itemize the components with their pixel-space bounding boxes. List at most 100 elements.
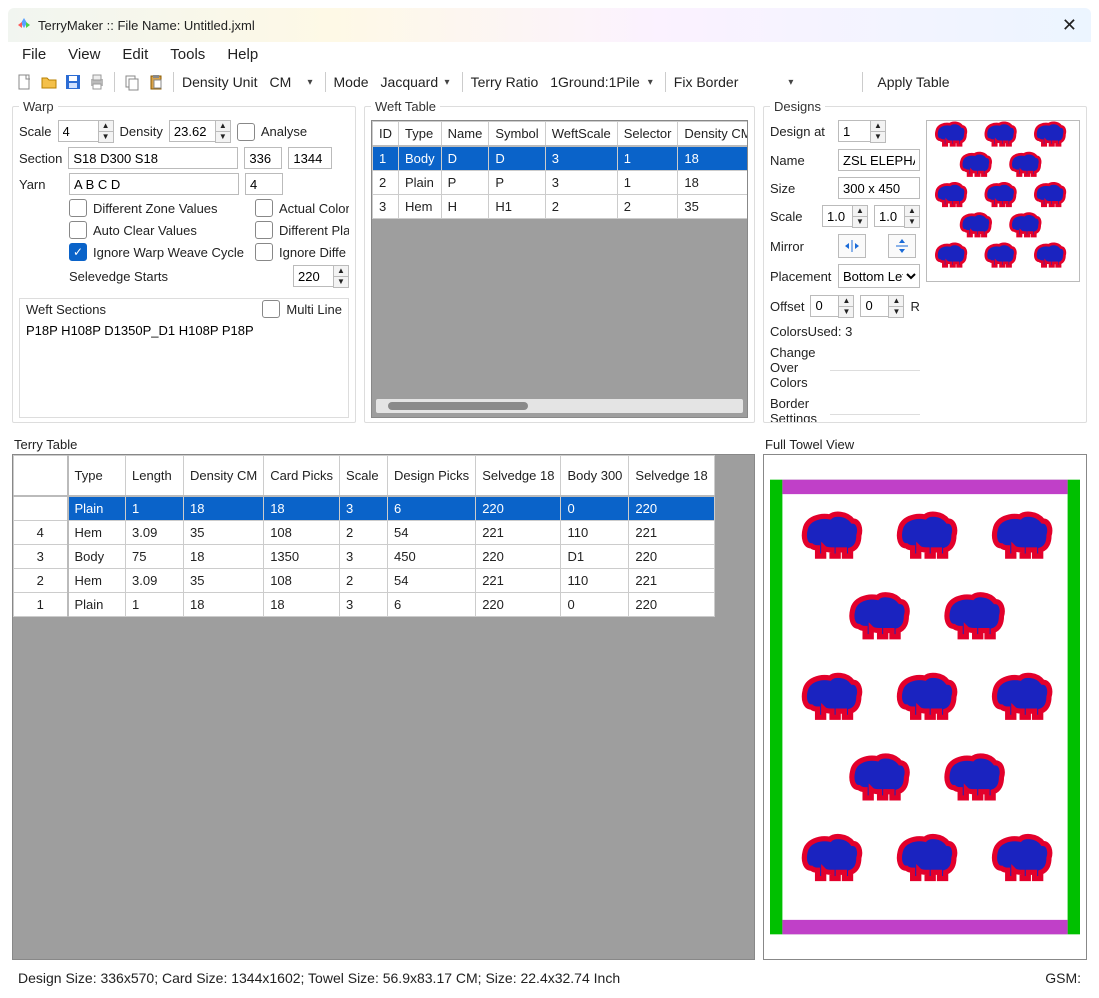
border-settings-label: Border Settings <box>770 396 824 423</box>
section-val1[interactable] <box>244 147 282 169</box>
status-left: Design Size: 336x570; Card Size: 1344x16… <box>18 970 1045 986</box>
menu-file[interactable]: File <box>22 46 46 63</box>
density-unit-combo[interactable]: CM▾ <box>263 71 316 93</box>
mode-combo[interactable]: Jacquard▾ <box>375 71 454 93</box>
design-name-input[interactable] <box>838 149 920 171</box>
separator <box>462 72 463 92</box>
terry-ratio-combo[interactable]: 1Ground:1Pile▾ <box>544 71 657 93</box>
design-preview <box>926 120 1080 282</box>
selvedge-spin[interactable]: ▲▼ <box>293 265 349 288</box>
weft-sections-panel: Weft Sections Multi Line P18P H108P D135… <box>19 298 349 418</box>
designat-spin[interactable]: ▲▼ <box>838 120 886 143</box>
chevron-down-icon: ▾ <box>303 77 316 88</box>
border-settings-field[interactable] <box>830 408 920 415</box>
full-towel-canvas <box>763 454 1087 960</box>
chevron-down-icon: ▾ <box>441 77 454 88</box>
scale-x-spin[interactable]: ▲▼ <box>822 205 868 228</box>
weft-table-grid[interactable]: IDTypeNameSymbolWeftScaleSelectorDensity… <box>371 120 748 418</box>
section-label: Section <box>19 151 62 166</box>
weft-table-legend: Weft Table <box>371 99 440 114</box>
table-row[interactable]: 1BodyDD3118 <box>373 146 749 171</box>
mirror-v-icon[interactable] <box>888 234 916 258</box>
actual-color-check[interactable]: Actual Color <box>255 199 349 217</box>
full-towel-title: Full Towel View <box>763 437 1087 452</box>
mirror-label: Mirror <box>770 239 832 254</box>
weft-sections-label: Weft Sections <box>26 302 262 317</box>
density-spin[interactable]: ▲▼ <box>169 120 231 143</box>
fix-border-combo[interactable]: ▾ <box>744 71 854 93</box>
section-input[interactable] <box>68 147 238 169</box>
terry-table-panel: Terry Table TypeLengthDensity CMCard Pic… <box>12 437 755 960</box>
change-over-field[interactable] <box>830 364 920 371</box>
full-towel-panel: Full Towel View <box>763 437 1087 960</box>
menu-edit[interactable]: Edit <box>122 46 148 63</box>
menu-tools[interactable]: Tools <box>170 46 205 63</box>
scale-spin[interactable]: ▲▼ <box>58 120 114 143</box>
offset-x-spin[interactable]: ▲▼ <box>810 295 854 318</box>
table-row[interactable]: 3HemHH12235 <box>373 195 749 219</box>
mode-label: Mode <box>334 74 369 90</box>
titlebar: TerryMaker :: File Name: Untitled.jxml ✕ <box>8 8 1091 42</box>
statusbar: Design Size: 336x570; Card Size: 1344x16… <box>8 960 1091 990</box>
fix-border-label: Fix Border <box>674 74 739 90</box>
separator <box>325 72 326 92</box>
density-unit-label: Density Unit <box>182 74 257 90</box>
scale-y-spin[interactable]: ▲▼ <box>874 205 920 228</box>
status-right: GSM: <box>1045 970 1081 986</box>
offset-label: Offset <box>770 299 804 314</box>
warp-legend: Warp <box>19 99 58 114</box>
multiline-check[interactable]: Multi Line <box>262 300 342 318</box>
design-size-label: Size <box>770 181 832 196</box>
terry-table-grid[interactable]: TypeLengthDensity CMCard PicksScaleDesig… <box>12 454 755 960</box>
weft-sections-text[interactable]: P18P H108P D1350P_D1 H108P P18P <box>20 319 348 417</box>
table-row[interactable]: 1Plain11818362200220 <box>14 592 715 616</box>
warp-panel: Warp Scale ▲▼ Density ▲▼ Analyse Section… <box>12 99 356 423</box>
table-row[interactable]: 3Body751813503450220D1220 <box>14 544 715 568</box>
repeat-label: Repeat <box>910 299 920 314</box>
yarn-label: Yarn <box>19 177 63 192</box>
density-label: Density <box>120 124 163 139</box>
weft-table-panel: Weft Table IDTypeNameSymbolWeftScaleSele… <box>364 99 755 423</box>
separator <box>173 72 174 92</box>
chevron-down-icon: ▾ <box>784 77 797 88</box>
analyse-check[interactable]: Analyse <box>237 123 307 141</box>
ignore-warp-check[interactable]: Ignore Warp Weave Cycle <box>69 243 244 261</box>
menu-help[interactable]: Help <box>227 46 258 63</box>
colors-used-label: ColorsUsed: 3 <box>770 324 920 339</box>
copy-icon[interactable] <box>123 73 141 91</box>
placement-select[interactable]: Bottom Left <box>838 264 920 288</box>
open-file-icon[interactable] <box>40 73 58 91</box>
offset-y-spin[interactable]: ▲▼ <box>860 295 904 318</box>
designs-panel: Designs Design at ▲▼ Name Size Scale ▲▼ … <box>763 99 1087 423</box>
menu-view[interactable]: View <box>68 46 100 63</box>
yarn-input[interactable] <box>69 173 239 195</box>
separator <box>665 72 666 92</box>
menubar: File View Edit Tools Help <box>8 42 1091 69</box>
app-icon <box>16 17 32 33</box>
mirror-h-icon[interactable] <box>838 234 866 258</box>
auto-clear-check[interactable]: Auto Clear Values <box>69 221 197 239</box>
print-icon[interactable] <box>88 73 106 91</box>
scale-label: Scale <box>19 124 52 139</box>
terry-ratio-label: Terry Ratio <box>471 74 539 90</box>
table-row[interactable]: 4Hem3.0935108254221110221 <box>14 520 715 544</box>
table-row[interactable]: 2PlainPP3118 <box>373 171 749 195</box>
save-icon[interactable] <box>64 73 82 91</box>
paste-icon[interactable] <box>147 73 165 91</box>
selvedge-label: Selevedge Starts <box>69 269 287 284</box>
h-scrollbar[interactable] <box>376 399 743 413</box>
designs-legend: Designs <box>770 99 825 114</box>
toolbar: Density Unit CM▾ Mode Jacquard▾ Terry Ra… <box>8 69 1091 99</box>
app-window: TerryMaker :: File Name: Untitled.jxml ✕… <box>0 0 1099 998</box>
ignore-diff-check[interactable]: Ignore Diffe <box>255 243 349 261</box>
table-row[interactable]: 5Plain11818362200220 <box>14 496 715 521</box>
close-icon[interactable]: ✕ <box>1056 15 1083 36</box>
design-size-input[interactable] <box>838 177 920 199</box>
diff-plan-check[interactable]: Different Plan <box>255 221 349 239</box>
diff-zone-check[interactable]: Different Zone Values <box>69 199 218 217</box>
new-file-icon[interactable] <box>16 73 34 91</box>
apply-table-button[interactable]: Apply Table <box>871 74 955 90</box>
table-row[interactable]: 2Hem3.0935108254221110221 <box>14 568 715 592</box>
yarn-val[interactable] <box>245 173 283 195</box>
section-val2[interactable] <box>288 147 332 169</box>
